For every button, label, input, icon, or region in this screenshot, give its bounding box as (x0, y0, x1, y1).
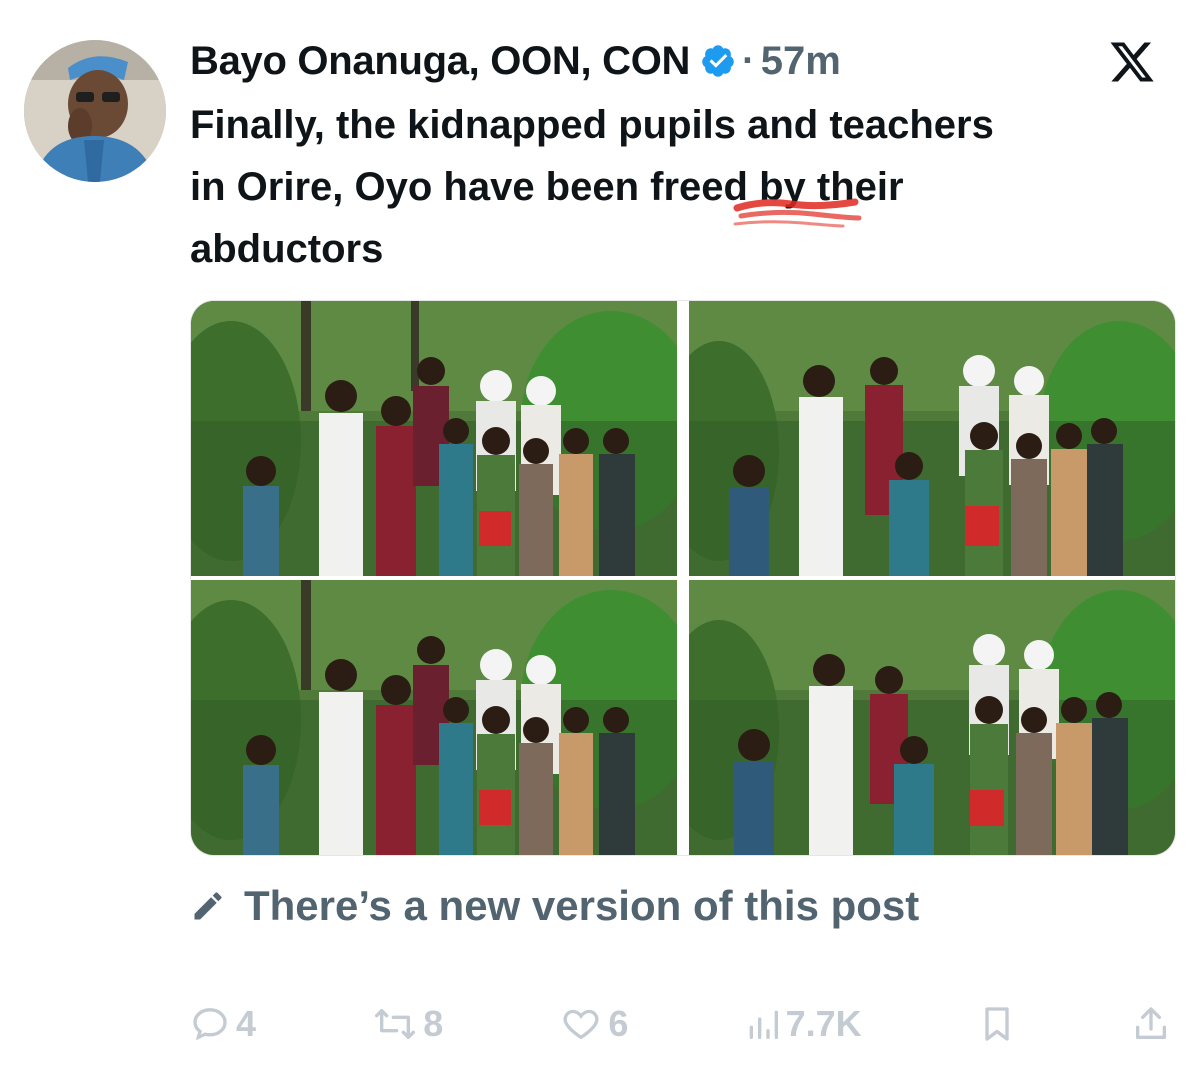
author-avatar[interactable] (24, 40, 166, 182)
post-actions: 4 8 6 7.7K (190, 996, 1170, 1052)
post-timestamp[interactable]: 57m (761, 39, 841, 84)
like-count: 6 (608, 1003, 629, 1044)
repost-count: 8 (423, 1003, 444, 1044)
share-button[interactable] (1132, 1004, 1170, 1044)
new-version-label: There’s a new version of this post (244, 882, 920, 929)
bookmark-icon (985, 1007, 1009, 1041)
bookmark-button[interactable] (979, 1004, 1015, 1044)
post-photo-2[interactable] (689, 301, 1175, 576)
separator-dot: · (742, 39, 755, 82)
views-button[interactable]: 7.7K (746, 1003, 862, 1045)
share-icon (1136, 1007, 1167, 1039)
like-button[interactable]: 6 (560, 1003, 628, 1045)
post-text: Finally, the kidnapped pupils and teache… (190, 103, 994, 271)
views-icon (749, 1010, 778, 1039)
repost-icon (375, 1009, 416, 1039)
reply-icon (193, 1008, 227, 1041)
reply-count: 4 (236, 1003, 257, 1044)
red-underline-mark (733, 198, 862, 228)
post-photo-4[interactable] (689, 580, 1175, 855)
author-name[interactable]: Bayo Onanuga, OON, CON (190, 39, 690, 84)
repost-button[interactable]: 8 (373, 1003, 443, 1045)
x-logo-icon[interactable] (1106, 38, 1158, 86)
media-grid (190, 300, 1176, 856)
post-photo-1[interactable] (191, 301, 677, 576)
heart-icon (563, 1009, 599, 1040)
verified-badge-icon (702, 45, 734, 77)
post-header: Bayo Onanuga, OON, CON · 57m (190, 36, 1180, 86)
pencil-icon (194, 892, 222, 920)
post-photo-3[interactable] (191, 580, 677, 855)
new-version-notice[interactable]: There’s a new version of this post (190, 882, 919, 930)
reply-button[interactable]: 4 (190, 1003, 256, 1045)
views-count: 7.7K (785, 1003, 862, 1044)
